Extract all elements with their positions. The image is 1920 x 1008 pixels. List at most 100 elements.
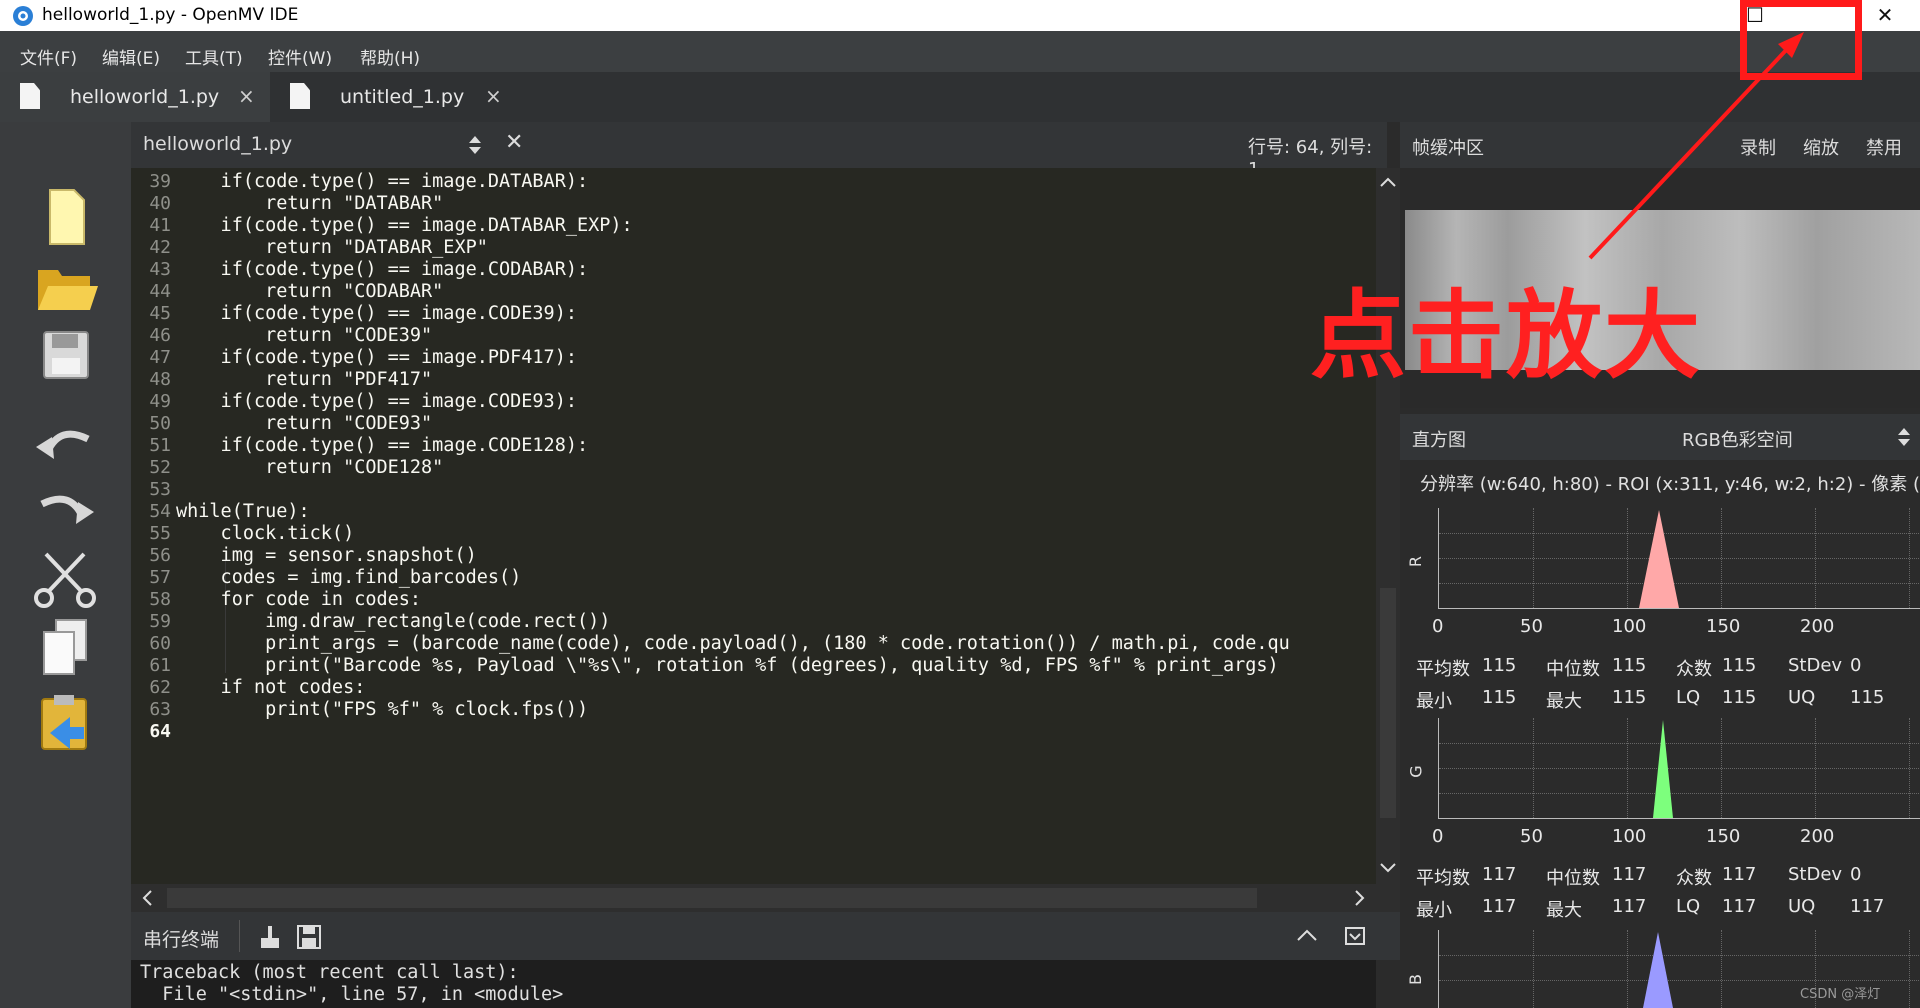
undo-icon: [36, 430, 90, 459]
menu-widgets[interactable]: 控件(W): [268, 44, 332, 69]
code-line: if(code.type() == image.CODE93):: [176, 391, 577, 412]
serial-terminal-title: 串行终端: [143, 929, 220, 951]
menu-edit[interactable]: 编辑(E): [102, 44, 160, 69]
histogram-peak-b: [1643, 932, 1673, 1008]
code-line: return "PDF417": [176, 369, 433, 390]
select-arrows-icon[interactable]: [1896, 426, 1912, 448]
stat-median-value: 115: [1612, 655, 1647, 676]
scroll-thumb[interactable]: [167, 888, 1257, 908]
code-line: return "DATABAR": [176, 193, 444, 214]
scroll-down-icon[interactable]: [1380, 862, 1396, 874]
code-line: return "CODE128": [176, 457, 444, 478]
code-line: print("Barcode %s, Payload \"%s\", rotat…: [176, 655, 1279, 676]
menu-bar: 文件(F) 编辑(E) 工具(T) 控件(W) 帮助(H): [0, 31, 1920, 72]
sort-arrows-icon[interactable]: [467, 134, 483, 156]
copy-button[interactable]: [30, 612, 100, 682]
disable-button[interactable]: 禁用: [1866, 134, 1902, 160]
code-line: if(code.type() == image.DATABAR_EXP):: [176, 215, 633, 236]
cut-button[interactable]: [30, 542, 100, 612]
histogram-header: 直方图 RGB色彩空间: [1400, 414, 1920, 460]
save-button[interactable]: [30, 318, 100, 388]
zoom-button[interactable]: 缩放: [1803, 134, 1839, 160]
tick-label: 50: [1520, 826, 1543, 847]
tab-untitled[interactable]: untitled_1.py ×: [270, 72, 510, 122]
tick-label: 200: [1800, 826, 1835, 847]
code-line: while(True):: [176, 501, 310, 522]
frame-buffer-title: 帧缓冲区: [1412, 138, 1484, 159]
save-terminal-icon[interactable]: [294, 922, 324, 952]
stat-mean-label: 平均数: [1416, 868, 1470, 889]
window-title: helloworld_1.py - OpenMV IDE: [42, 5, 299, 25]
tick-label: 100: [1612, 616, 1647, 637]
file-icon: [20, 83, 40, 109]
scroll-right-icon[interactable]: [1354, 890, 1366, 906]
serial-terminal-header: 串行终端: [131, 912, 1400, 960]
record-button[interactable]: 录制: [1740, 134, 1776, 160]
stat-min-value: 117: [1482, 896, 1517, 917]
code-line: return "DATABAR_EXP": [176, 237, 488, 258]
collapse-up-icon[interactable]: [1297, 928, 1317, 942]
redo-icon: [40, 495, 94, 524]
menu-help[interactable]: 帮助(H): [360, 44, 420, 69]
annotation-text: 点击放大: [1310, 280, 1702, 392]
code-line: return "CODE93": [176, 413, 433, 434]
serial-terminal-output[interactable]: Traceback (most recent call last): File …: [131, 960, 1376, 1008]
stat-stdev-value: 0: [1850, 864, 1862, 885]
panel-toggle-icon[interactable]: [1344, 926, 1366, 946]
paste-button[interactable]: [30, 687, 100, 757]
stat-lq-value: 115: [1722, 687, 1757, 708]
stat-median-value: 117: [1612, 864, 1647, 885]
code-line: for code in codes:: [176, 589, 422, 610]
clear-terminal-icon[interactable]: [255, 922, 285, 952]
tick-label: 200: [1800, 616, 1835, 637]
menu-file[interactable]: 文件(F): [20, 44, 77, 69]
scroll-thumb[interactable]: [1380, 588, 1396, 818]
stat-min-label: 最小: [1416, 900, 1452, 921]
close-editor-icon[interactable]: ✕: [505, 130, 523, 155]
scroll-left-icon[interactable]: [141, 890, 153, 906]
stat-stdev-label: StDev: [1788, 864, 1843, 885]
editor-filename[interactable]: helloworld_1.py: [143, 133, 292, 155]
menu-tools[interactable]: 工具(T): [185, 44, 243, 69]
close-icon: ✕: [1876, 3, 1894, 27]
tab-close-icon[interactable]: ×: [238, 84, 255, 108]
code-line: if(code.type() == image.CODE39):: [176, 303, 577, 324]
tick-label: 50: [1520, 616, 1543, 637]
scroll-up-icon[interactable]: [1380, 176, 1396, 188]
scissors-icon: [34, 552, 96, 608]
left-toolbar: [0, 122, 132, 1008]
histogram-plot-r: [1438, 508, 1920, 609]
histogram-plot-g: [1438, 718, 1920, 819]
editor-horizontal-scrollbar[interactable]: [131, 884, 1400, 912]
stat-min-value: 115: [1482, 687, 1517, 708]
title-bar: helloworld_1.py - OpenMV IDE ☐ ✕: [0, 0, 1920, 31]
code-line: if(code.type() == image.DATABAR):: [176, 171, 589, 192]
stat-stdev-value: 0: [1850, 655, 1862, 676]
frame-buffer-header: 帧缓冲区 录制 缩放 禁用: [1400, 122, 1920, 168]
tab-helloworld[interactable]: helloworld_1.py ×: [0, 72, 270, 122]
stat-uq-value: 117: [1850, 896, 1885, 917]
paste-icon: [41, 695, 87, 750]
tick-label: 150: [1706, 616, 1741, 637]
terminal-line: Traceback (most recent call last):: [140, 962, 519, 983]
undo-button[interactable]: [30, 407, 100, 477]
tick-label: 0: [1432, 826, 1444, 847]
stat-mode-value: 115: [1722, 655, 1757, 676]
code-line: img = sensor.snapshot(): [176, 545, 477, 566]
stat-uq-label: UQ: [1788, 687, 1816, 708]
openmv-logo-icon: [12, 5, 34, 27]
save-icon: [43, 331, 89, 379]
tab-label: helloworld_1.py: [70, 86, 220, 108]
colorspace-select[interactable]: RGB色彩空间: [1682, 426, 1793, 452]
open-folder-icon: [38, 270, 98, 310]
code-line: if not codes:: [176, 677, 366, 698]
stat-mean-value: 117: [1482, 864, 1517, 885]
open-file-button[interactable]: [30, 250, 100, 320]
new-file-button[interactable]: [30, 182, 100, 252]
tab-close-icon[interactable]: ×: [485, 84, 502, 108]
stat-max-label: 最大: [1546, 691, 1582, 712]
histogram-peak-g: [1653, 720, 1673, 818]
redo-button[interactable]: [30, 472, 100, 542]
code-line: print_args = (barcode_name(code), code.p…: [176, 633, 1290, 654]
stat-mode-label: 众数: [1676, 868, 1712, 889]
